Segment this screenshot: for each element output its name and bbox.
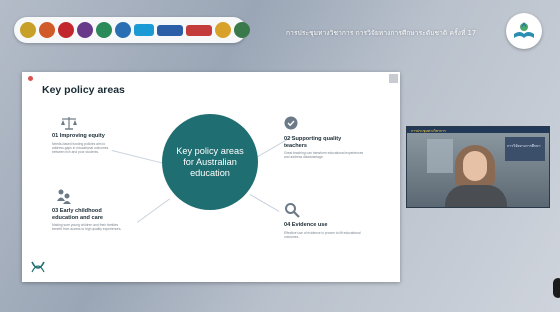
policy-item-desc: Great teaching can transform educational… [284, 151, 364, 160]
partner-logos-bar [14, 17, 250, 43]
policy-item-equity: 01 Improving equity Needs-based funding … [52, 133, 116, 154]
policy-item-title: 02 Supporting quality teachers [284, 136, 342, 149]
policy-item-desc: Effective use of evidence is proven to l… [284, 230, 361, 239]
children-icon [57, 189, 71, 204]
partner-logo-8 [157, 24, 183, 36]
partner-logo-4 [77, 22, 93, 38]
slide-marker [28, 76, 33, 81]
speaker-face [463, 151, 487, 181]
partner-logo-10 [215, 22, 231, 38]
policy-item-early-childhood: 03 Early childhood education and care Ma… [52, 208, 124, 232]
speaker-video: การวิจัยทางการศึกษา การประชุมทางวิชาการ [406, 126, 550, 208]
video-window [427, 139, 453, 173]
speaker-body [445, 185, 507, 207]
policy-item-desc: Making sure young children and their fam… [52, 223, 122, 232]
connector-line [249, 194, 280, 212]
scales-icon [61, 117, 77, 130]
partner-logo-1 [20, 22, 36, 38]
check-badge-icon [284, 116, 298, 130]
policy-item-title: 04 Evidence use [284, 222, 328, 228]
partner-logo-9 [186, 24, 212, 36]
brand-mark-icon [31, 261, 45, 273]
presentation-slide: Key policy areas Key policy areas for Au… [22, 72, 400, 282]
policy-item-teachers: 02 Supporting quality teachers Great tea… [284, 136, 364, 160]
partner-logo-2 [39, 22, 55, 38]
partner-logo-11 [234, 22, 250, 38]
video-tag: การประชุมทางวิชาการ [411, 129, 446, 133]
conference-title: การประชุมทางวิชาการ การวิจัยทางการศึกษาร… [286, 29, 477, 37]
policy-item-desc: Needs-based funding policies aim to addr… [52, 141, 109, 154]
slide-corner-control[interactable] [389, 74, 398, 83]
open-book-icon [514, 21, 534, 38]
video-banner-text: การวิจัยทางการศึกษา [507, 144, 541, 148]
connector-line [137, 198, 170, 223]
conference-logo [506, 13, 542, 49]
video-banner: การวิจัยทางการศึกษา [505, 137, 545, 161]
partner-logo-5 [96, 22, 112, 38]
scroll-handle[interactable] [553, 278, 560, 298]
connector-line [111, 150, 163, 164]
slide-title: Key policy areas [42, 84, 125, 96]
magnifier-icon [285, 203, 300, 218]
central-topic-circle: Key policy areas for Australian educatio… [162, 114, 258, 210]
policy-item-title: 01 Improving equity [52, 133, 105, 139]
unicef-logo [134, 24, 154, 36]
policy-item-title: 03 Early childhood education and care [52, 208, 103, 221]
partner-logo-3 [58, 22, 74, 38]
policy-item-evidence: 04 Evidence use Effective use of evidenc… [284, 222, 368, 239]
partner-logo-6 [115, 22, 131, 38]
central-topic-text: Key policy areas for Australian educatio… [176, 145, 244, 178]
